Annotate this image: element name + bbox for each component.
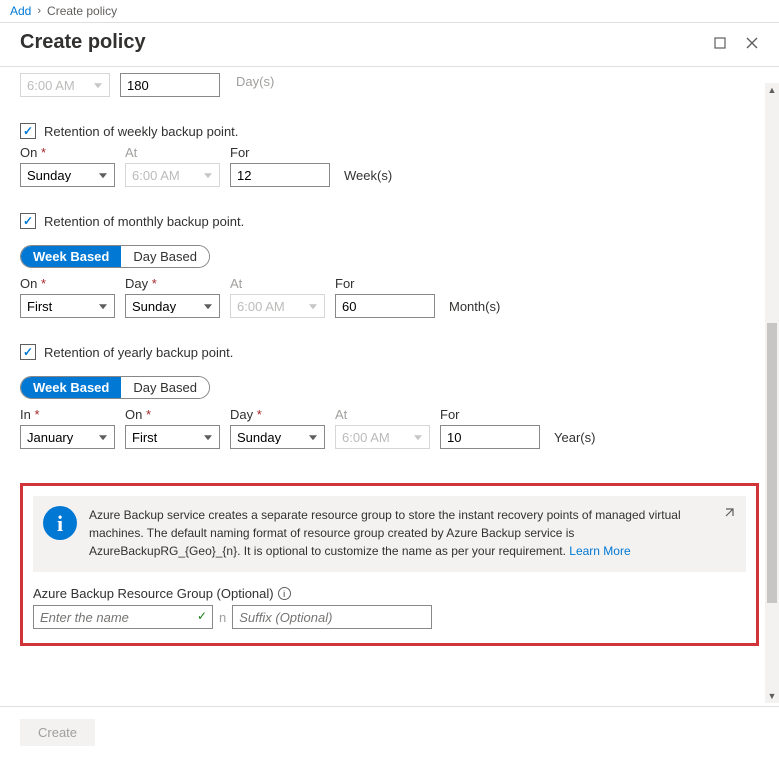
yearly-retention-checkbox[interactable]	[20, 344, 36, 360]
learn-more-link[interactable]: Learn More	[569, 544, 630, 558]
weekly-for-input[interactable]	[230, 163, 330, 187]
yearly-day-label: Day	[230, 407, 325, 422]
scroll-area: 6:00 AM Day(s) Retention of weekly backu…	[0, 67, 779, 697]
monthly-fields: On First Day Sunday At 6:00 AM For Month…	[20, 276, 759, 318]
daily-time-select: 6:00 AM	[20, 73, 110, 97]
monthly-on-select[interactable]: First	[20, 294, 115, 318]
weekly-at-label: At	[125, 145, 220, 160]
monthly-on-label: On	[20, 276, 115, 291]
monthly-for-label: For	[335, 276, 435, 291]
weekly-retention-checkbox[interactable]	[20, 123, 36, 139]
monthly-day-label: Day	[125, 276, 220, 291]
daily-unit-label: Day(s)	[236, 74, 274, 89]
restore-window-icon[interactable]	[713, 36, 727, 50]
yearly-checkbox-row: Retention of yearly backup point.	[20, 344, 759, 360]
info-text: Azure Backup service creates a separate …	[89, 506, 710, 560]
footer: Create	[0, 706, 779, 758]
monthly-day-select[interactable]: Sunday	[125, 294, 220, 318]
create-policy-panel: Create policy 6:00 AM Day(s) Retention o…	[0, 23, 779, 758]
panel-header: Create policy	[0, 23, 779, 67]
monthly-day-based-pill[interactable]: Day Based	[121, 246, 209, 267]
daily-for-input[interactable]	[120, 73, 220, 97]
resource-group-highlight: i Azure Backup service creates a separat…	[20, 483, 759, 646]
resource-group-label: Azure Backup Resource Group (Optional) i	[33, 586, 746, 601]
monthly-retention-label: Retention of monthly backup point.	[44, 214, 244, 229]
scroll-thumb[interactable]	[767, 323, 777, 603]
info-callout: i Azure Backup service creates a separat…	[33, 496, 746, 572]
yearly-fields: In January On First Day Sunday At 6:00 A…	[20, 407, 759, 449]
yearly-week-based-pill[interactable]: Week Based	[21, 377, 121, 398]
yearly-day-select[interactable]: Sunday	[230, 425, 325, 449]
monthly-unit-label: Month(s)	[449, 299, 500, 314]
weekly-unit-label: Week(s)	[344, 168, 392, 183]
scroll-down-icon[interactable]: ▼	[765, 689, 779, 703]
chevron-right-icon: ›	[37, 5, 41, 17]
monthly-at-label: At	[230, 276, 325, 291]
yearly-on-select[interactable]: First	[125, 425, 220, 449]
info-icon: i	[43, 506, 77, 540]
monthly-retention-checkbox[interactable]	[20, 213, 36, 229]
close-icon[interactable]	[745, 36, 759, 50]
yearly-at-label: At	[335, 407, 430, 422]
yearly-pill-group: Week Based Day Based	[20, 376, 210, 399]
scrollbar[interactable]: ▲ ▼	[765, 83, 779, 703]
monthly-at-select: 6:00 AM	[230, 294, 325, 318]
popout-icon[interactable]	[722, 506, 736, 525]
monthly-pill-group: Week Based Day Based	[20, 245, 210, 268]
yearly-for-label: For	[440, 407, 540, 422]
breadcrumb: Add › Create policy	[0, 0, 779, 23]
resource-group-inputs: ✓ n	[33, 605, 746, 629]
daily-retention-row: 6:00 AM Day(s)	[20, 73, 759, 97]
yearly-day-based-pill[interactable]: Day Based	[121, 377, 209, 398]
monthly-for-input[interactable]	[335, 294, 435, 318]
weekly-retention-label: Retention of weekly backup point.	[44, 124, 238, 139]
yearly-for-input[interactable]	[440, 425, 540, 449]
create-button[interactable]: Create	[20, 719, 95, 746]
yearly-in-select[interactable]: January	[20, 425, 115, 449]
weekly-at-select: 6:00 AM	[125, 163, 220, 187]
info-circle-icon[interactable]: i	[278, 587, 291, 600]
weekly-on-label: On	[20, 145, 115, 160]
resource-group-suffix-input[interactable]	[232, 605, 432, 629]
breadcrumb-current: Create policy	[47, 4, 117, 18]
check-icon: ✓	[197, 609, 207, 623]
resource-group-name-input[interactable]	[33, 605, 213, 629]
yearly-at-select: 6:00 AM	[335, 425, 430, 449]
breadcrumb-add-link[interactable]: Add	[10, 4, 31, 18]
weekly-checkbox-row: Retention of weekly backup point.	[20, 123, 759, 139]
scroll-up-icon[interactable]: ▲	[765, 83, 779, 97]
yearly-in-label: In	[20, 407, 115, 422]
resource-group-separator: n	[219, 610, 226, 625]
yearly-on-label: On	[125, 407, 220, 422]
monthly-checkbox-row: Retention of monthly backup point.	[20, 213, 759, 229]
weekly-on-select[interactable]: Sunday	[20, 163, 115, 187]
monthly-week-based-pill[interactable]: Week Based	[21, 246, 121, 267]
yearly-retention-label: Retention of yearly backup point.	[44, 345, 233, 360]
weekly-for-label: For	[230, 145, 330, 160]
page-title: Create policy	[20, 31, 146, 54]
yearly-unit-label: Year(s)	[554, 430, 595, 445]
weekly-fields: On Sunday At 6:00 AM For Week(s)	[20, 145, 759, 187]
